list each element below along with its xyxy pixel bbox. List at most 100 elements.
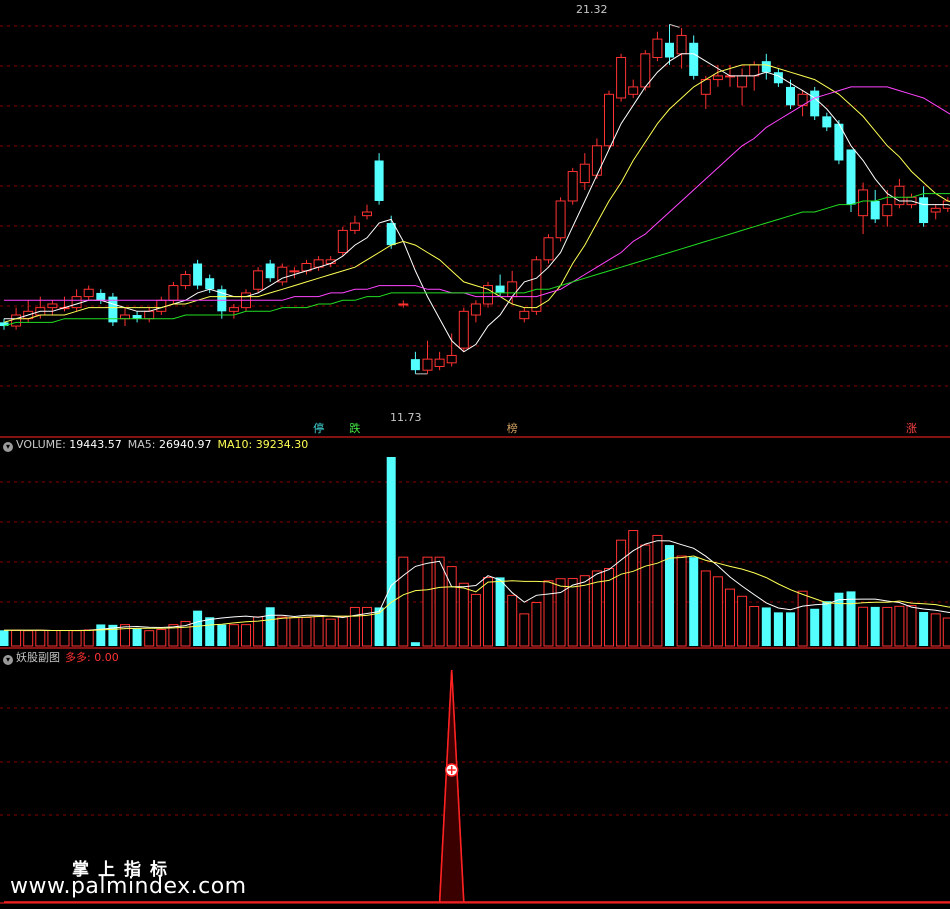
price-candle-up xyxy=(289,270,300,273)
price-candle-up xyxy=(519,310,530,320)
price-candle-down xyxy=(495,285,505,293)
ma5-value: 26940.97 xyxy=(158,438,212,451)
ma10-value: 39234.30 xyxy=(255,438,309,451)
price-candle-down xyxy=(96,292,106,301)
price-candle-up xyxy=(458,310,469,349)
price-candle-up xyxy=(591,145,602,176)
chart-stage: ▾ VOLUME: 19443.57 MA5: 26940.97 MA10: 3923… xyxy=(0,0,950,909)
volume-bar-down xyxy=(495,577,505,646)
volume-bar-up xyxy=(337,616,348,647)
price-candle-down xyxy=(386,223,396,246)
volume-bar-up xyxy=(894,605,905,647)
collapse-icon[interactable]: ▾ xyxy=(3,655,13,665)
signal-tag: 跌 xyxy=(349,422,361,435)
price-candle-up xyxy=(543,237,554,261)
volume-bar-up xyxy=(434,556,445,647)
volume-bar-down xyxy=(665,545,674,646)
volume-bar-up xyxy=(906,605,917,647)
price-candle-up xyxy=(640,53,651,88)
volume-bar-down xyxy=(217,624,227,646)
price-candle-up xyxy=(83,288,94,298)
indicator-name: 妖股副图 xyxy=(16,651,60,664)
price-candle-up xyxy=(144,310,155,320)
price-candle-up xyxy=(11,314,22,327)
volume-bar-down xyxy=(822,601,832,646)
price-candle-down xyxy=(786,86,795,106)
volume-bar-up xyxy=(35,629,46,647)
volume-bar-up xyxy=(228,624,239,647)
volume-bar-up xyxy=(458,582,469,647)
volume-bar-down xyxy=(96,624,106,646)
volume-bar-up xyxy=(325,618,336,647)
volume-bar-up xyxy=(882,606,893,647)
price-candle-down xyxy=(846,149,856,205)
price-candle-up xyxy=(434,358,445,367)
price-candle-down xyxy=(761,61,771,73)
price-candle-up xyxy=(616,57,627,99)
signal-tag: 涨 xyxy=(906,422,917,435)
indicator-spike xyxy=(438,669,465,903)
volume-bar-up xyxy=(470,593,481,647)
price-candle-down xyxy=(374,160,384,201)
volume-bar-up xyxy=(422,556,433,647)
volume-bar-up xyxy=(156,629,167,647)
ma10-label: MA10 xyxy=(217,438,249,451)
price-candle-up xyxy=(628,86,639,95)
price-candle-up xyxy=(567,171,578,202)
indicator-series-name: 多多 xyxy=(65,651,87,664)
price-candle-down xyxy=(822,116,832,128)
watermark-url: www.palmindex.com xyxy=(10,874,247,899)
price-candle-up xyxy=(882,204,893,217)
price-candle-up xyxy=(422,358,433,371)
price-candle-down xyxy=(689,42,699,76)
price-candle-up xyxy=(894,185,905,206)
price-candle-up xyxy=(337,229,348,253)
low-price-label: 11.73 xyxy=(390,411,422,424)
volume-bar-up xyxy=(277,616,288,647)
volume-bar-up xyxy=(567,578,578,647)
volume-bar-down xyxy=(205,617,215,646)
volume-bar-up xyxy=(700,570,711,647)
volume-bar-up xyxy=(543,580,554,647)
price-candle-down xyxy=(132,315,142,319)
price-ma-line-2 xyxy=(3,64,950,323)
volume-bar-up xyxy=(313,616,324,647)
high-price-label: 21.32 xyxy=(576,3,608,16)
volume-bar-down xyxy=(386,457,396,646)
volume-bar-up xyxy=(737,595,748,647)
price-candle-up xyxy=(253,270,264,290)
price-candle-up xyxy=(446,354,457,364)
volume-bar-up xyxy=(652,534,663,647)
volume-bar-down xyxy=(761,607,771,646)
volume-value: 19443.57 xyxy=(69,438,122,451)
volume-bar-up xyxy=(930,613,941,647)
volume-bar-up xyxy=(83,629,94,647)
volume-name: VOLUME xyxy=(16,438,63,451)
price-candle-down xyxy=(919,197,929,224)
volume-bar-down xyxy=(786,612,795,646)
price-candle-down xyxy=(870,200,880,220)
volume-bar-up xyxy=(507,594,518,647)
volume-bar-up xyxy=(555,578,566,647)
volume-bar-down xyxy=(193,610,203,646)
volume-bar-up xyxy=(640,544,651,647)
price-candle-up xyxy=(47,303,58,309)
price-candle-up xyxy=(652,38,663,58)
high-price-pointer xyxy=(669,23,680,28)
price-candle-up xyxy=(531,259,542,312)
price-candle-up xyxy=(858,189,869,217)
volume-bar-down xyxy=(689,557,699,646)
volume-bar-down xyxy=(810,608,820,646)
price-candle-up xyxy=(168,285,179,301)
volume-bar-up xyxy=(398,556,409,647)
collapse-icon[interactable]: ▾ xyxy=(3,442,13,452)
price-candle-up xyxy=(120,314,130,320)
volume-bar-up xyxy=(59,630,70,647)
volume-bar-down xyxy=(773,612,783,646)
price-candle-down xyxy=(265,263,275,279)
price-candle-up xyxy=(349,222,360,231)
volume-bar-up xyxy=(725,588,735,647)
price-candle-up xyxy=(737,75,748,88)
price-candle-up xyxy=(398,303,409,306)
signal-tag: 榜 xyxy=(506,422,518,435)
